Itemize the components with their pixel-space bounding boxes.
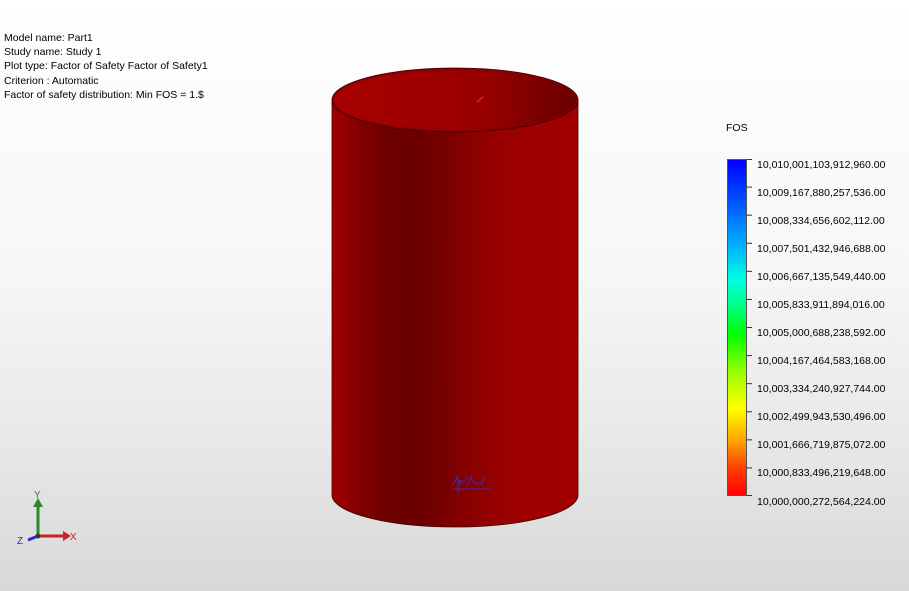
fos-distribution-text: Factor of safety distribution: Min FOS =… bbox=[4, 88, 204, 101]
legend-label: 10,010,001,103,912,960.00 bbox=[757, 158, 886, 171]
legend-label: 10,009,167,880,257,536.00 bbox=[757, 186, 886, 199]
legend-label: 10,000,833,496,219,648.00 bbox=[757, 467, 886, 480]
fos-color-scale bbox=[727, 159, 747, 496]
legend-label: 10,002,499,943,530,496.00 bbox=[757, 411, 886, 424]
axis-triad-icon: Y X Z bbox=[17, 490, 77, 547]
legend-label: 10,000,000,272,564,224.00 bbox=[757, 495, 886, 508]
legend-label: 10,003,334,240,927,744.00 bbox=[757, 383, 886, 396]
plot-info-block: Model name: Part1 Study name: Study 1 Pl… bbox=[4, 31, 208, 102]
criterion-text: Criterion : Automatic bbox=[4, 74, 99, 87]
y-axis-label: Y bbox=[34, 490, 41, 501]
legend-label: 10,008,334,656,602,112.00 bbox=[757, 214, 885, 227]
legend-title: FOS bbox=[726, 122, 748, 134]
study-name-text: Study name: Study 1 bbox=[4, 46, 102, 59]
cylinder-model[interactable] bbox=[325, 65, 585, 530]
z-axis-label: Z bbox=[17, 536, 23, 547]
cylinder-body bbox=[332, 100, 578, 527]
legend-label: 10,005,833,911,894,016.00 bbox=[757, 298, 885, 311]
legend-label: 10,007,501,432,946,688.00 bbox=[757, 242, 886, 255]
x-axis-label: X bbox=[70, 532, 77, 543]
legend-label: 10,005,000,688,238,592.00 bbox=[757, 327, 886, 339]
legend-label: 10,006,667,135,549,440.00 bbox=[757, 270, 886, 283]
legend-label: 10,004,167,464,583,168.00 bbox=[757, 355, 886, 368]
graphics-viewport[interactable]: Model name: Part1 Study name: Study 1 Pl… bbox=[0, 0, 909, 591]
model-name-text: Model name: Part1 bbox=[4, 32, 93, 44]
plot-type-text: Plot type: Factor of Safety Factor of Sa… bbox=[4, 60, 208, 73]
legend-label: 10,001,666,719,875,072.00 bbox=[757, 439, 886, 452]
legend-ticks bbox=[747, 159, 752, 496]
cylinder-inner-wall bbox=[334, 70, 576, 130]
